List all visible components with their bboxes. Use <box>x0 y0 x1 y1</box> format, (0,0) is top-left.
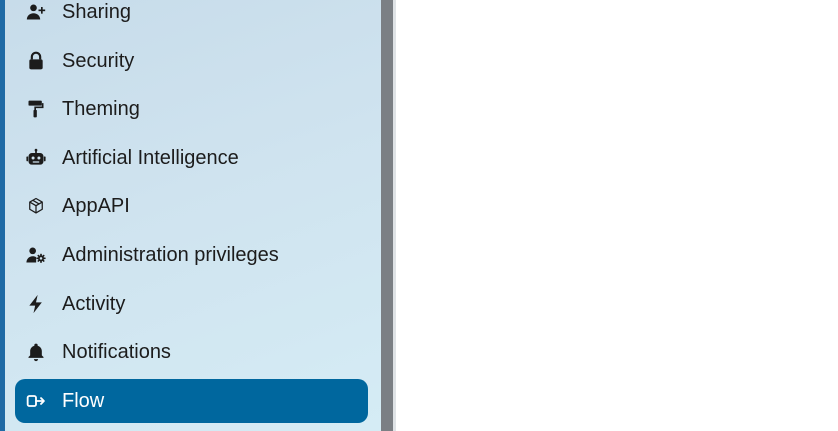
sidebar-item-label: Artificial Intelligence <box>62 146 239 169</box>
sidebar-item-label: Notifications <box>62 341 171 364</box>
sidebar-item-security[interactable]: Security <box>15 39 368 83</box>
cube-icon <box>25 195 47 217</box>
sidebar-item-appapi[interactable]: AppAPI <box>15 184 368 228</box>
paint-roller-icon <box>25 98 47 120</box>
sidebar-item-label: Administration privileges <box>62 243 279 266</box>
main-content <box>396 0 838 431</box>
sidebar-item-label: Theming <box>62 98 140 121</box>
sidebar-scrollbar[interactable] <box>381 0 393 431</box>
sidebar-item-notifications[interactable]: Notifications <box>15 330 368 374</box>
bell-icon <box>25 341 47 363</box>
sidebar-item-theming[interactable]: Theming <box>15 87 368 131</box>
lightning-icon <box>25 293 47 315</box>
robot-icon <box>25 147 47 169</box>
settings-sidebar: Sharing Security Theming Artificial Inte… <box>5 0 381 431</box>
sidebar-item-artificial-intelligence[interactable]: Artificial Intelligence <box>15 136 368 180</box>
lock-icon <box>25 50 47 72</box>
sidebar-item-sharing[interactable]: Sharing <box>15 0 368 34</box>
sidebar-item-activity[interactable]: Activity <box>15 282 368 326</box>
sidebar-item-label: AppAPI <box>62 195 130 218</box>
user-gear-icon <box>25 244 47 266</box>
sidebar-nav-list: Sharing Security Theming Artificial Inte… <box>15 0 368 427</box>
user-plus-icon <box>25 1 47 23</box>
sidebar-item-administration-privileges[interactable]: Administration privileges <box>15 233 368 277</box>
sidebar-item-label: Activity <box>62 292 126 315</box>
sidebar-item-label: Security <box>62 49 135 72</box>
app-window: Sharing Security Theming Artificial Inte… <box>0 0 838 431</box>
sidebar-item-flow[interactable]: Flow <box>15 378 368 423</box>
sidebar-item-label: Sharing <box>62 1 131 23</box>
flow-arrow-icon <box>25 390 47 412</box>
sidebar-item-label: Flow <box>62 389 105 412</box>
